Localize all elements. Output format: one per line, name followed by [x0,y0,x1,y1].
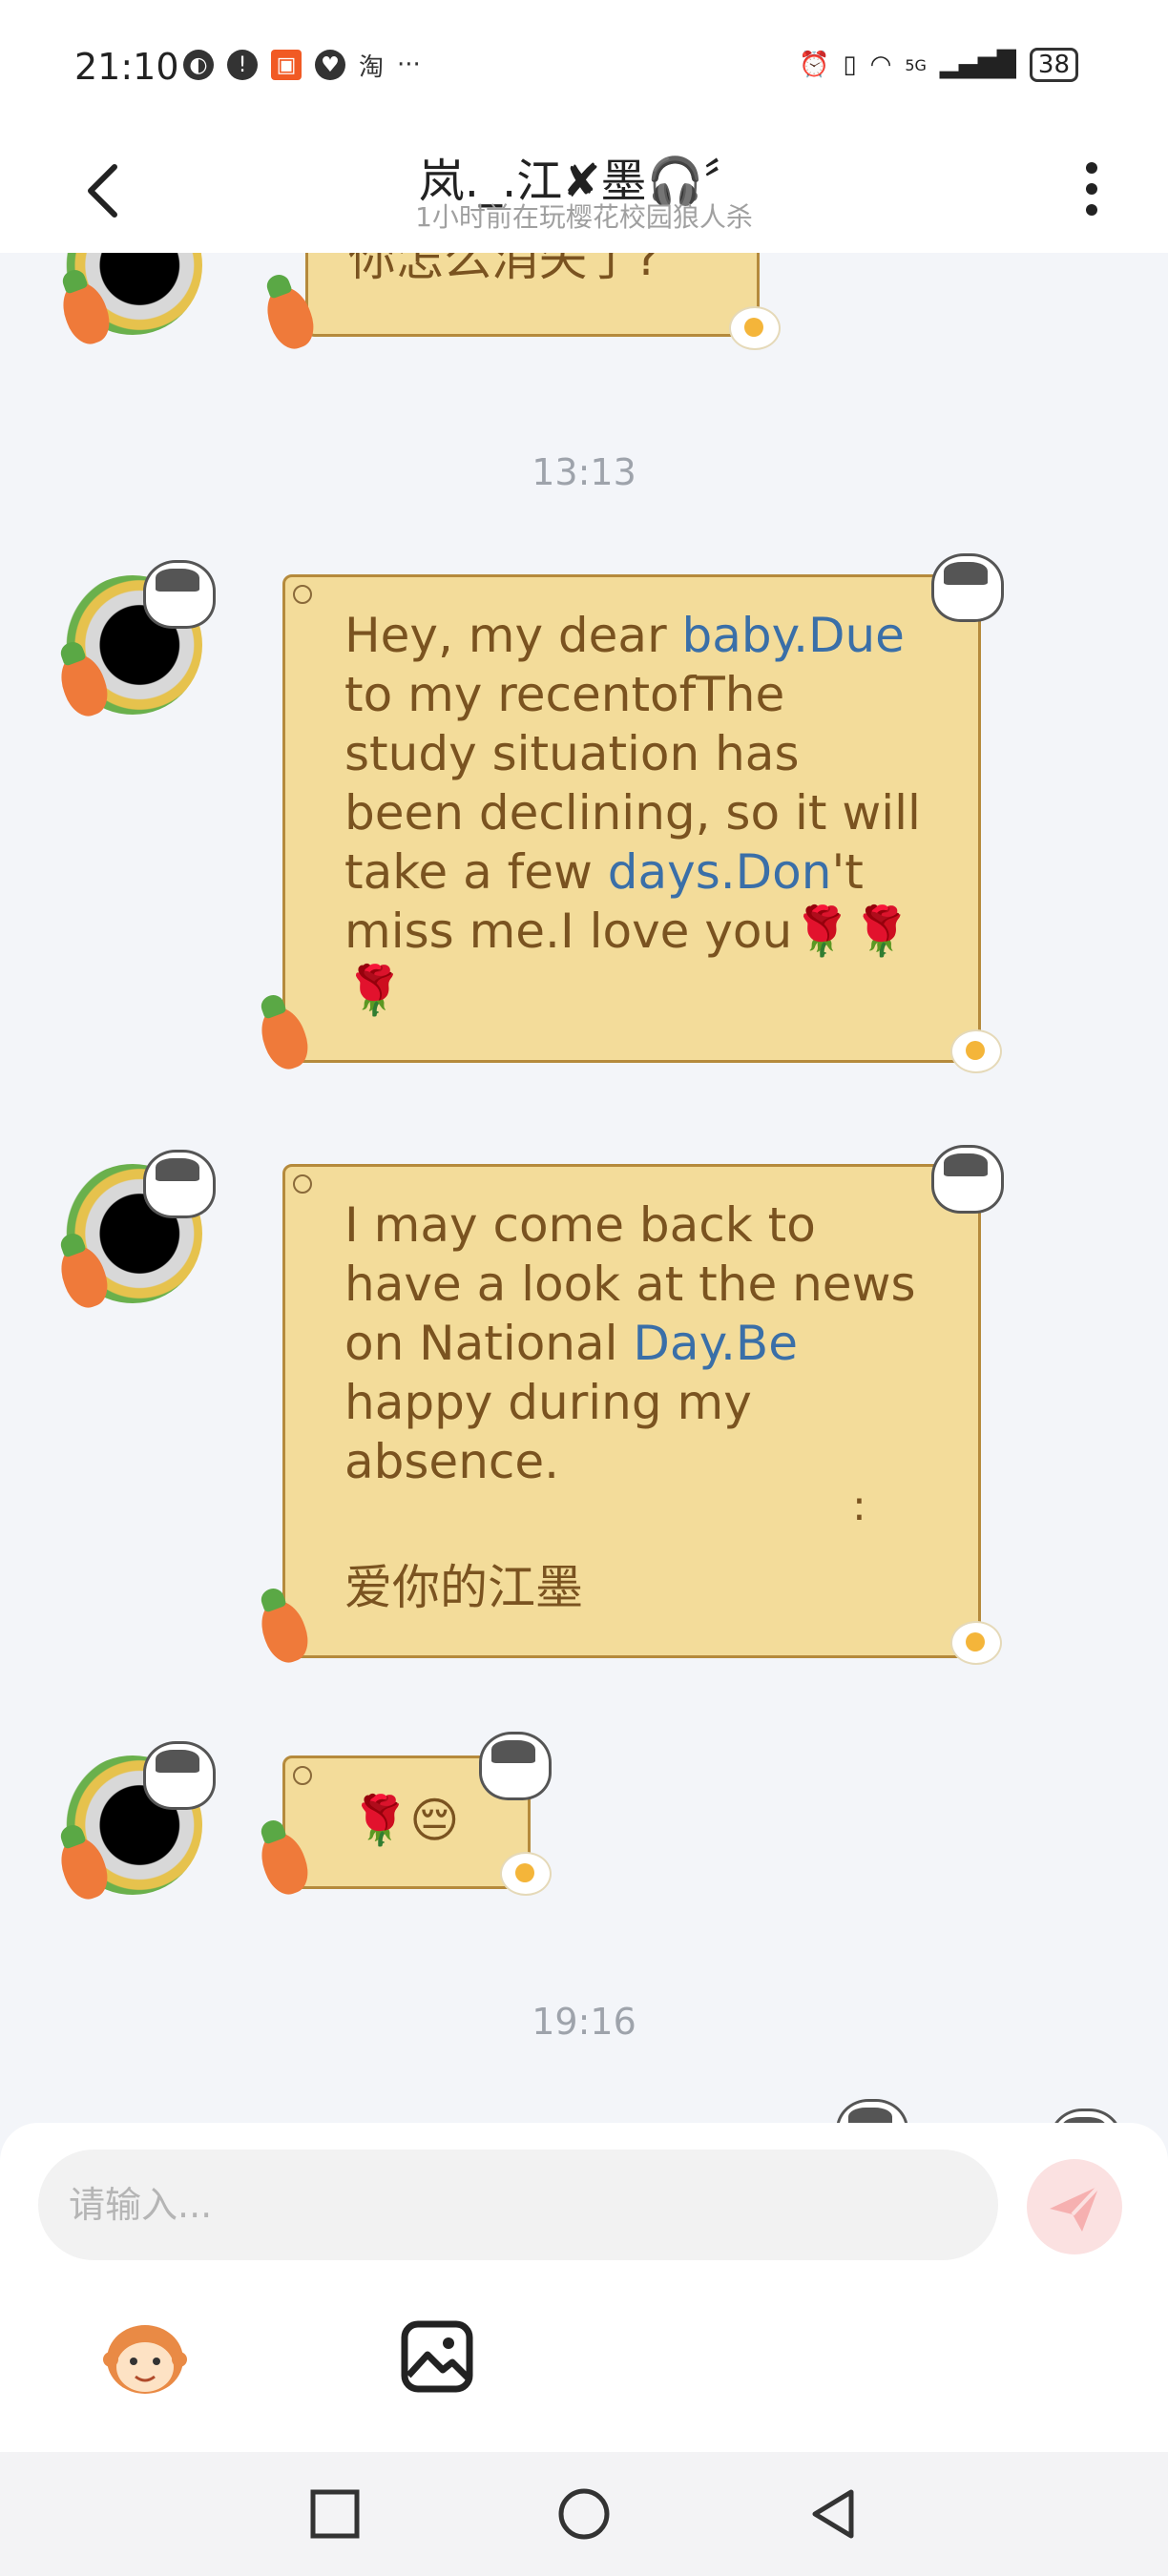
home-button[interactable] [551,2481,617,2547]
triangle-back-icon [812,2489,854,2539]
recent-apps-button[interactable] [302,2481,368,2547]
cat-decoration-icon [143,560,216,629]
network-label: 5G [905,55,927,74]
monkey-face-icon [103,2325,187,2394]
message-bubble[interactable]: I may come back to have a look at the ne… [282,1164,981,1658]
message-text: Hey, my dear baby.Due to my recentofThe … [344,606,959,1020]
egg-decoration-icon [500,1852,552,1896]
status-time: 21:10 [74,46,179,88]
chat-header: 岚._.江✘墨🎧〞 1小时前在玩樱花校园狼人杀 [0,134,1168,253]
taobao-icon: 淘 [359,52,385,82]
egg-decoration-icon [950,1029,1002,1073]
globe-icon: ◐ [183,50,214,80]
cat-decoration-icon [143,1150,216,1218]
battery-level: 38 [1037,51,1070,79]
cat-decoration-icon [836,2099,908,2123]
image-button[interactable] [399,2318,475,2395]
alert-icon: ! [227,50,258,80]
cat-decoration-icon [479,1732,552,1800]
pin-icon [293,585,312,604]
input-bar [0,2123,1168,2452]
kebab-menu-icon [1086,162,1097,216]
message-text-part: I may come back to have a look at the ne… [344,1197,916,1371]
message-bubble[interactable]: 你怎么消失了? [305,253,760,337]
battery-icon: 38 [1029,48,1078,82]
more-options-button[interactable] [1073,151,1111,227]
message-bubble[interactable]: Hey, my dear baby.Due to my recentofThe … [282,574,981,1063]
egg-decoration-icon [729,306,781,350]
message-link[interactable]: days.Don [608,844,832,900]
status-bar: 21:10 ◐ ! ▣ ♥ 淘 ··· ⏰ ▯ ◠ 5G ▂▄▆█ 38 [0,0,1168,134]
timestamp: 13:13 [532,451,636,493]
send-button[interactable] [1027,2159,1122,2254]
signal-icon: ▂▄▆█ [939,51,1016,79]
back-nav-button[interactable] [800,2481,866,2547]
cat-decoration-icon [931,1145,1004,1214]
wifi-icon: ◠ [869,51,892,79]
chat-message-list[interactable]: 你怎么消失了? 13:13 Hey, my dear baby.Due to m… [0,253,1168,2123]
contact-status: 1小时前在玩樱花校园狼人杀 [415,201,753,233]
cat-decoration-icon [931,553,1004,622]
pin-icon [293,1766,312,1785]
status-left-icons: ◐ ! ▣ ♥ 淘 ··· [183,50,421,82]
message-signature: 爱你的江墨 [344,1560,583,1615]
cat-decoration-icon [1050,2109,1122,2123]
status-right-icons: ⏰ ▯ ◠ 5G ▂▄▆█ 38 [799,48,1078,82]
more-dots-icon: ··· [397,51,421,79]
cat-decoration-icon [143,1741,216,1810]
egg-decoration-icon [950,1621,1002,1665]
sticker-button[interactable] [99,2314,191,2399]
kuaishou-icon: ▣ [271,50,302,80]
message-input[interactable] [38,2150,998,2260]
timestamp: 19:16 [532,2001,636,2043]
message-link[interactable]: baby.Due [682,608,905,663]
alarm-icon: ⏰ [798,51,830,79]
send-icon [1050,2184,1101,2232]
message-colon: : [852,1482,866,1530]
message-link[interactable]: Day.Be [633,1316,798,1371]
heart-icon: ♥ [315,50,345,80]
message-text: I may come back to have a look at the ne… [344,1195,959,1491]
message-text-part: Hey, my dear [344,608,682,663]
square-icon [310,2489,360,2539]
message-text: 你怎么消失了? [348,253,660,286]
image-icon [401,2320,473,2393]
pin-icon [293,1174,312,1194]
vibrate-icon: ▯ [843,51,857,79]
message-text-part: happy during my absence. [344,1375,752,1489]
system-nav-bar [0,2452,1168,2576]
circle-icon [558,2488,610,2540]
